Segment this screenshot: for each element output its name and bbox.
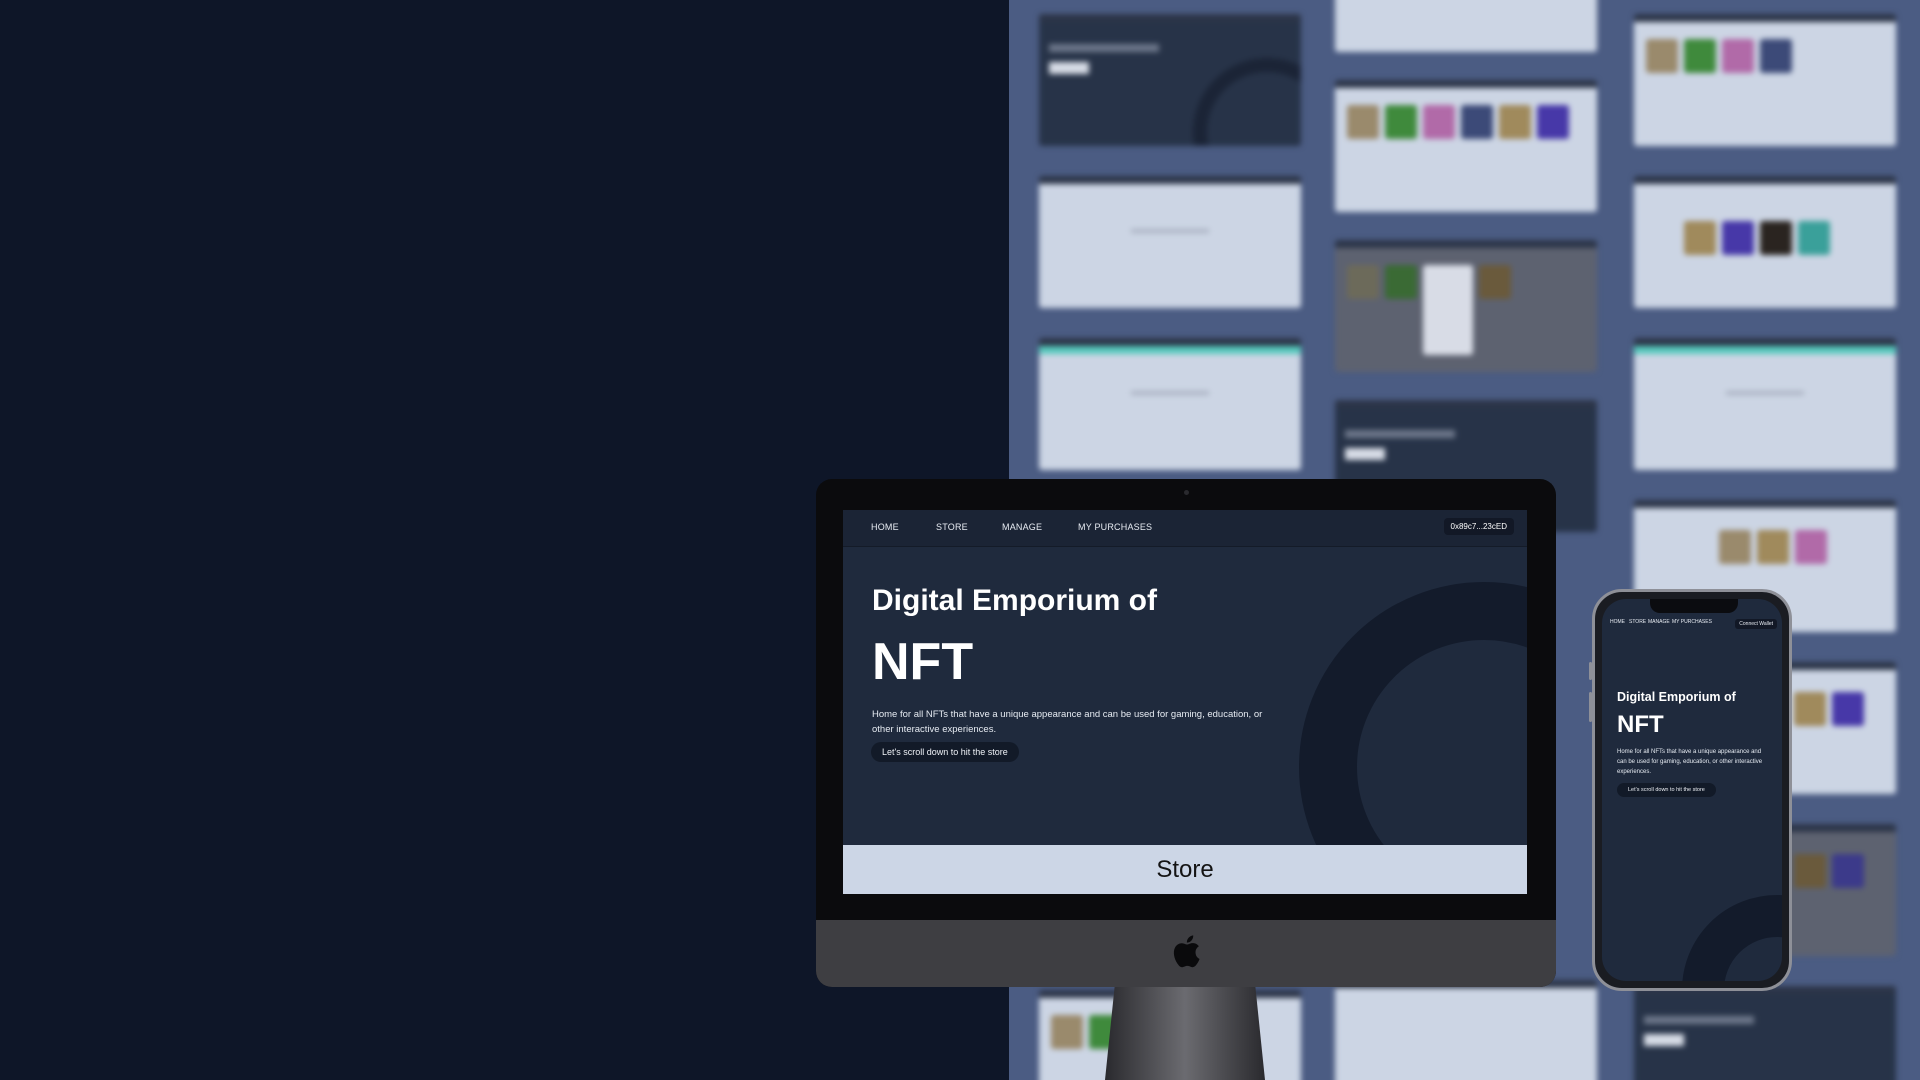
- collage-tile: [1039, 14, 1301, 146]
- mobile-app-screen: HOME STORE MANAGE MY PURCHASES Connect W…: [1602, 599, 1782, 981]
- hero-title: Digital Emporium of: [872, 584, 1157, 617]
- nav-my-purchases-link[interactable]: MY PURCHASES: [1078, 522, 1152, 532]
- store-section-heading: Store: [843, 845, 1527, 894]
- collage-tile: [1039, 176, 1301, 308]
- iphone-mockup: HOME STORE MANAGE MY PURCHASES Connect W…: [1589, 589, 1792, 991]
- mobile-top-navbar: HOME STORE MANAGE MY PURCHASES Connect W…: [1602, 615, 1782, 631]
- collage-tile: [1335, 80, 1597, 212]
- apple-logo-icon: [1173, 935, 1200, 968]
- nav-store-link[interactable]: STORE: [936, 522, 968, 532]
- collage-tile: [1634, 338, 1896, 470]
- nav-manage-link[interactable]: MANAGE: [1002, 522, 1042, 532]
- collage-tile: [1335, 0, 1597, 52]
- camera-icon: [1184, 490, 1189, 495]
- nav-home-link[interactable]: HOME: [871, 522, 899, 532]
- collage-tile: [1039, 338, 1301, 470]
- collage-tile: [1335, 980, 1597, 1080]
- connect-wallet-button[interactable]: Connect Wallet: [1735, 619, 1777, 629]
- collage-tile: [1634, 176, 1896, 308]
- desktop-app-screen: HOME STORE MANAGE MY PURCHASES 0x89c7...…: [843, 510, 1527, 894]
- hero-title-nft: NFT: [872, 633, 974, 691]
- collage-tile: [1634, 986, 1896, 1080]
- imac-mockup: HOME STORE MANAGE MY PURCHASES 0x89c7...…: [816, 479, 1556, 987]
- hero-decorative-arc: [1682, 895, 1782, 981]
- phone-side-button: [1589, 662, 1592, 680]
- hero-title: Digital Emporium of: [1617, 690, 1736, 704]
- scroll-to-store-button[interactable]: Let's scroll down to hit the store: [871, 742, 1019, 762]
- nav-manage-link[interactable]: MANAGE: [1648, 619, 1670, 625]
- nav-my-purchases-link[interactable]: MY PURCHASES: [1672, 619, 1712, 625]
- top-navbar: HOME STORE MANAGE MY PURCHASES 0x89c7...…: [843, 510, 1527, 547]
- wallet-address-button[interactable]: 0x89c7...23cED: [1443, 518, 1514, 535]
- nav-store-link[interactable]: STORE: [1629, 619, 1646, 625]
- hero-description: Home for all NFTs that have a unique app…: [1617, 749, 1763, 775]
- imac-stand: [1105, 987, 1265, 1080]
- collage-tile: [1335, 240, 1597, 372]
- phone-notch: [1650, 599, 1738, 613]
- collage-tile: [1634, 14, 1896, 146]
- hero-description: Home for all NFTs that have a unique app…: [872, 709, 1263, 735]
- nav-home-link[interactable]: HOME: [1610, 619, 1625, 625]
- imac-chin: [816, 920, 1556, 987]
- hero-title-nft: NFT: [1617, 711, 1664, 738]
- phone-side-button: [1589, 692, 1592, 722]
- scroll-to-store-button[interactable]: Let's scroll down to hit the store: [1617, 783, 1716, 797]
